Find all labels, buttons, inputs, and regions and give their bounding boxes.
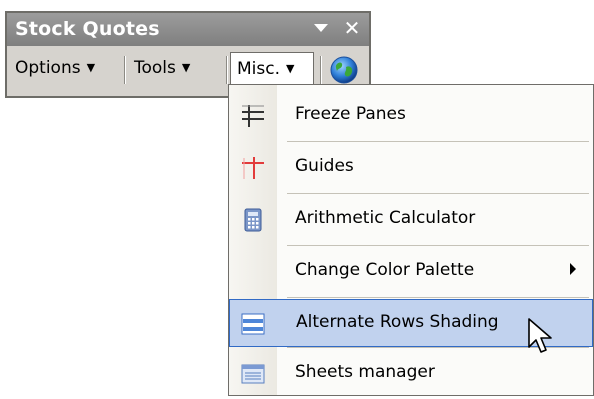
menu-divider: [287, 245, 589, 246]
menu-item-label: Guides: [295, 156, 354, 176]
tools-menu-button[interactable]: Tools ▼: [128, 52, 226, 86]
misc-menu-label: Misc.: [237, 59, 280, 79]
menu-divider: [287, 297, 589, 298]
menu-divider: [287, 193, 589, 194]
menu-item-label: Arithmetic Calculator: [295, 208, 476, 228]
menu-item-change-color-palette[interactable]: Change Color Palette: [229, 247, 593, 297]
menu-item-freeze-panes[interactable]: Freeze Panes: [229, 91, 593, 141]
menu-item-arithmetic-calculator[interactable]: Arithmetic Calculator: [229, 195, 593, 245]
title-bar[interactable]: Stock Quotes ✕: [7, 13, 369, 46]
options-menu-label: Options: [15, 58, 81, 78]
toolbar-separator: [124, 56, 126, 84]
menu-divider: [287, 141, 589, 142]
menu-item-label: Freeze Panes: [295, 104, 406, 124]
menu-item-label: Change Color Palette: [295, 260, 475, 280]
alternate-rows-icon: [241, 313, 265, 335]
submenu-arrow-icon: [570, 263, 576, 275]
options-menu-button[interactable]: Options ▼: [9, 52, 119, 86]
toolbar-options-dropdown-icon[interactable]: [312, 21, 330, 35]
toolbar-separator: [320, 56, 322, 84]
toolbar-separator: [226, 56, 228, 84]
menu-item-label: Alternate Rows Shading: [296, 312, 499, 332]
guides-icon: [242, 157, 264, 179]
globe-icon[interactable]: [329, 55, 359, 85]
window-title: Stock Quotes: [15, 18, 160, 40]
menu-item-guides[interactable]: Guides: [229, 143, 593, 193]
mouse-pointer-icon: [528, 318, 552, 353]
freeze-panes-icon: [242, 105, 264, 127]
calculator-icon: [244, 208, 262, 232]
chevron-down-icon: ▼: [286, 62, 295, 75]
close-icon[interactable]: ✕: [341, 16, 363, 40]
sheets-manager-icon: [241, 364, 265, 384]
tools-menu-label: Tools: [134, 58, 176, 78]
chevron-down-icon: ▼: [181, 61, 191, 74]
menu-item-label: Sheets manager: [295, 362, 435, 382]
chevron-down-icon: ▼: [86, 61, 96, 74]
